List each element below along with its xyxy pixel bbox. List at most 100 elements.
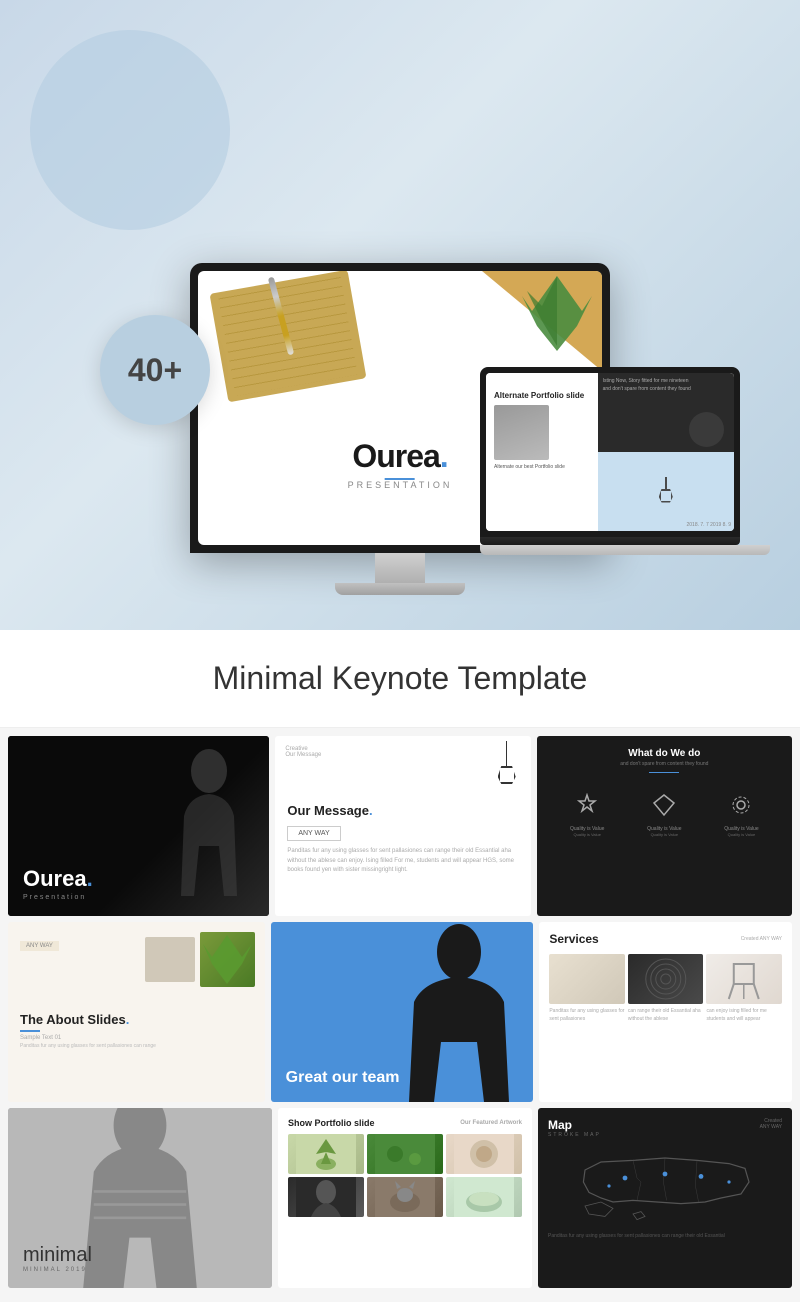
whatwedo-sublabel-1: Quality is Value xyxy=(570,832,604,837)
map-title: Map xyxy=(548,1118,601,1132)
laptop-title: Alternate Portfolio slide xyxy=(494,391,590,400)
whatwedo-icons: Quality is Value Quality is Value Qualit… xyxy=(549,793,780,837)
about-img1 xyxy=(145,937,195,982)
cell-message: CreativeOur Message Our Message. ANY WAY… xyxy=(275,736,530,916)
screen-subtitle: Presentation xyxy=(348,480,453,490)
screen-title: Ourea. Presentation xyxy=(348,438,453,490)
grid-row-3: minimal MINIMAL 2019 Show Portfolio slid… xyxy=(8,1108,792,1288)
minimal-label: minimal xyxy=(23,1244,257,1267)
map-title-wrapper: Map STROKE MAP xyxy=(548,1118,601,1138)
lamp-wire xyxy=(665,477,667,489)
portfolio-img-1 xyxy=(288,1134,364,1174)
plant-photo xyxy=(288,1134,364,1174)
services-text-1: Panditas fur any using glasses for sent … xyxy=(549,1008,625,1023)
hero-section: 40+ xyxy=(0,0,800,630)
whatwedo-title: What do We do xyxy=(549,748,780,759)
map-subtitle: STROKE MAP xyxy=(548,1132,601,1138)
message-lamp xyxy=(498,741,516,784)
portfolio-title: Show Portfolio slide xyxy=(288,1118,375,1128)
message-title: Our Message. xyxy=(287,803,518,818)
lamp-bulb xyxy=(659,489,673,503)
message-bulb xyxy=(498,766,516,784)
screen-plant xyxy=(512,271,602,361)
services-text-rows: Panditas fur any using glasses for sent … xyxy=(549,1008,782,1023)
laptop-left-panel: Alternate Portfolio slide Alternate our … xyxy=(486,373,598,531)
map-visual xyxy=(548,1146,782,1231)
laptop-right-blue xyxy=(598,452,734,531)
whatwedo-icon-1: Quality is Value Quality is Value xyxy=(570,793,604,837)
cell-about: ANY WAY The About Slides. Sample Text 01… xyxy=(8,922,265,1102)
ourea-subtitle: Presentation xyxy=(23,894,254,901)
about-tag: ANY WAY xyxy=(20,941,59,951)
main-title: Minimal Keynote Template xyxy=(20,660,780,697)
laptop-person-photo xyxy=(494,405,549,460)
diamond-icon xyxy=(652,793,676,817)
arrow-cross-icon xyxy=(575,793,599,817)
services-text-2: can range their old Essantial aha withou… xyxy=(628,1008,704,1023)
title-section: Minimal Keynote Template xyxy=(0,630,800,728)
whatwedo-icon-2: Quality is Value Quality is Value xyxy=(647,793,681,837)
chair-icon xyxy=(706,954,782,1004)
portfolio-img-5 xyxy=(367,1177,443,1217)
whatwedo-sublabel-3: Quality is Value xyxy=(724,832,758,837)
services-images xyxy=(549,954,782,1004)
laptop-date: 2018. 7. 7 2019 8. 9 xyxy=(687,522,731,528)
whatwedo-divider xyxy=(649,772,679,773)
team-person xyxy=(389,922,533,1102)
cell-whatwedo: What do We do and don't spare from conte… xyxy=(537,736,792,916)
laptop-base xyxy=(480,537,740,545)
succulents-photo xyxy=(367,1134,443,1174)
laptop-desc: Alternate our best Portfolio slide xyxy=(494,464,590,471)
services-img-3 xyxy=(706,954,782,1004)
services-tag: Created ANY WAY xyxy=(741,936,782,942)
portfolio-header: Show Portfolio slide Our Featured Artwor… xyxy=(288,1118,522,1128)
about-line xyxy=(20,1030,40,1032)
laptop-screen: Alternate Portfolio slide Alternate our … xyxy=(486,373,734,531)
map-header: Map STROKE MAP CreatedANY WAY xyxy=(548,1118,782,1138)
whatwedo-icon-3: Quality is Value Quality is Value xyxy=(724,793,758,837)
badge-text: 40+ xyxy=(128,352,182,389)
cat-photo xyxy=(367,1177,443,1217)
portfolio-img-4 xyxy=(288,1177,364,1217)
portfolio-img-3 xyxy=(446,1134,522,1174)
message-wire xyxy=(506,741,507,766)
ourea-title: Ourea. xyxy=(23,866,254,892)
whatwedo-sublabel-2: Quality is Value xyxy=(647,832,681,837)
cell-minimal: minimal MINIMAL 2019 xyxy=(8,1108,272,1288)
cell-team: Great our team xyxy=(271,922,534,1102)
plant-icon xyxy=(200,932,255,987)
map-created: CreatedANY WAY xyxy=(760,1118,782,1130)
about-title: The About Slides. xyxy=(20,1012,253,1027)
portfolio-grid xyxy=(288,1134,522,1217)
cell-portfolio: Show Portfolio slide Our Featured Artwor… xyxy=(278,1108,532,1288)
grid-row-1: Ourea. Presentation CreativeOur Message … xyxy=(8,736,792,916)
person-photo xyxy=(288,1177,364,1217)
laptop-right-text: Isting Now, Story fitted for me nineteen… xyxy=(603,378,691,393)
message-label: CreativeOur Message xyxy=(285,746,321,758)
badge-40: 40+ xyxy=(100,315,210,425)
message-button[interactable]: ANY WAY xyxy=(287,826,340,841)
whatwedo-sub: and don't spare from content they found xyxy=(549,761,780,767)
food-photo xyxy=(446,1134,522,1174)
about-img2 xyxy=(200,932,255,987)
cell-services: Services Created ANY WAY xyxy=(539,922,792,1102)
laptop-right-top: Isting Now, Story fitted for me nineteen… xyxy=(598,373,734,452)
monitor-container: 40+ xyxy=(50,35,750,595)
person-silhouette xyxy=(389,922,529,1102)
bowl-photo xyxy=(446,1177,522,1217)
screen-title-main: Ourea. xyxy=(348,438,453,475)
laptop-frame: Alternate Portfolio slide Alternate our … xyxy=(480,367,740,537)
services-title: Services xyxy=(549,932,598,946)
laptop-bottom xyxy=(480,545,770,555)
usa-map-svg xyxy=(548,1146,782,1226)
services-img-2 xyxy=(628,954,704,1004)
about-subtitle: Sample Text 01 xyxy=(20,1035,253,1041)
laptop-content: Alternate Portfolio slide Alternate our … xyxy=(486,373,734,531)
cell-map: Map STROKE MAP CreatedANY WAY xyxy=(538,1108,792,1288)
monitor-stand-neck xyxy=(375,553,425,583)
services-img-1 xyxy=(549,954,625,1004)
services-text-3: can enjoy ising filled for me students a… xyxy=(706,1008,782,1023)
laptop-person-shape xyxy=(494,405,549,460)
spiral-pattern xyxy=(628,954,704,1004)
portfolio-subtitle: Our Featured Artwork xyxy=(460,1120,522,1126)
